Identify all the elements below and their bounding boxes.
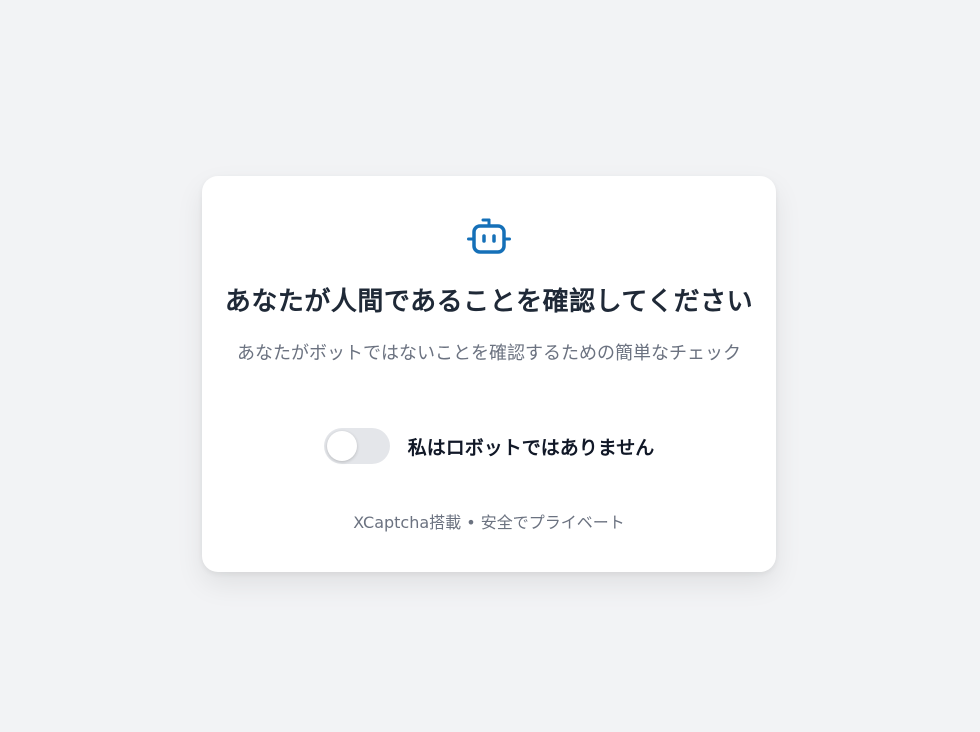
subtitle: あなたがボットではないことを確認するための簡単なチェック xyxy=(237,343,741,364)
not-robot-label[interactable]: 私はロボットではありません xyxy=(408,433,654,460)
verify-row: 私はロボットではありません xyxy=(202,428,776,464)
captcha-card: あなたが人間であることを確認してください あなたがボットではないことを確認するた… xyxy=(202,176,776,572)
robot-icon xyxy=(467,218,511,256)
toggle-knob xyxy=(326,431,357,461)
page-title: あなたが人間であることを確認してください xyxy=(224,287,754,317)
not-robot-toggle[interactable] xyxy=(323,428,390,464)
footer-text: XCaptcha搭載 • 安全でプライベート xyxy=(353,513,625,532)
